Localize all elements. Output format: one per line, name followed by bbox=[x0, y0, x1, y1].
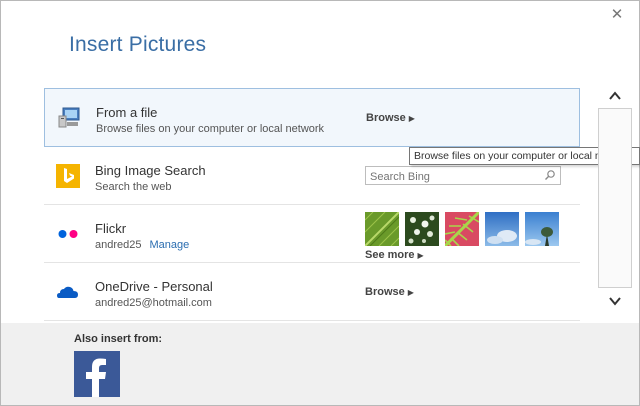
scroll-track[interactable] bbox=[598, 108, 632, 288]
search-icon[interactable] bbox=[544, 169, 556, 181]
browse-file-label: Browse bbox=[366, 112, 406, 124]
browse-onedrive-label: Browse bbox=[365, 286, 405, 298]
close-icon: ✕ bbox=[610, 6, 624, 23]
scrollbar[interactable] bbox=[595, 88, 635, 310]
source-name-file: From a file bbox=[96, 105, 158, 120]
browse-file-button[interactable]: Browse ▶ bbox=[366, 112, 415, 124]
flickr-thumbnail-leaf[interactable] bbox=[365, 212, 399, 246]
flickr-thumbnail-sky[interactable] bbox=[485, 212, 519, 246]
flickr-icon bbox=[58, 230, 78, 238]
chevron-right-icon: ▶ bbox=[408, 114, 415, 123]
dialog-title: Insert Pictures bbox=[69, 33, 207, 56]
source-desc-onedrive: andred25@hotmail.com bbox=[95, 297, 212, 309]
see-more-link[interactable]: See more ▶ bbox=[365, 249, 424, 261]
facebook-button[interactable] bbox=[74, 351, 120, 397]
facebook-icon bbox=[86, 358, 106, 397]
scroll-down-icon[interactable] bbox=[595, 293, 635, 309]
footer: Also insert from: bbox=[1, 323, 639, 405]
close-button[interactable]: ✕ bbox=[606, 4, 628, 26]
source-desc-flickr: andred25 Manage bbox=[95, 239, 189, 251]
browse-onedrive-button[interactable]: Browse ▶ bbox=[365, 286, 414, 298]
bing-search-field[interactable] bbox=[365, 166, 561, 186]
chevron-right-icon: ▶ bbox=[407, 288, 414, 297]
source-desc-bing: Search the web bbox=[95, 181, 172, 193]
source-row-file[interactable]: From a file Browse files on your compute… bbox=[44, 88, 580, 147]
also-insert-label: Also insert from: bbox=[74, 333, 163, 345]
scroll-up-icon[interactable] bbox=[595, 88, 635, 104]
flickr-username: andred25 bbox=[95, 239, 142, 251]
source-row-onedrive[interactable]: OneDrive - Personal andred25@hotmail.com… bbox=[44, 263, 580, 321]
source-name-flickr: Flickr bbox=[95, 221, 127, 236]
chevron-right-icon: ▶ bbox=[417, 251, 424, 260]
manage-link[interactable]: Manage bbox=[150, 239, 190, 251]
source-desc-file: Browse files on your computer or local n… bbox=[96, 123, 325, 135]
onedrive-icon bbox=[57, 286, 78, 298]
flickr-thumbnail-red-leaf[interactable] bbox=[445, 212, 479, 246]
source-list: From a file Browse files on your compute… bbox=[44, 88, 580, 321]
source-name-bing: Bing Image Search bbox=[95, 163, 206, 178]
computer-icon bbox=[58, 107, 80, 128]
bing-search-input[interactable] bbox=[366, 168, 544, 186]
flickr-thumbnail-sky-tree[interactable] bbox=[525, 212, 559, 246]
bing-icon bbox=[56, 164, 80, 188]
source-name-onedrive: OneDrive - Personal bbox=[95, 279, 213, 294]
see-more-label: See more bbox=[365, 249, 415, 261]
flickr-thumbnail-flowers[interactable] bbox=[405, 212, 439, 246]
